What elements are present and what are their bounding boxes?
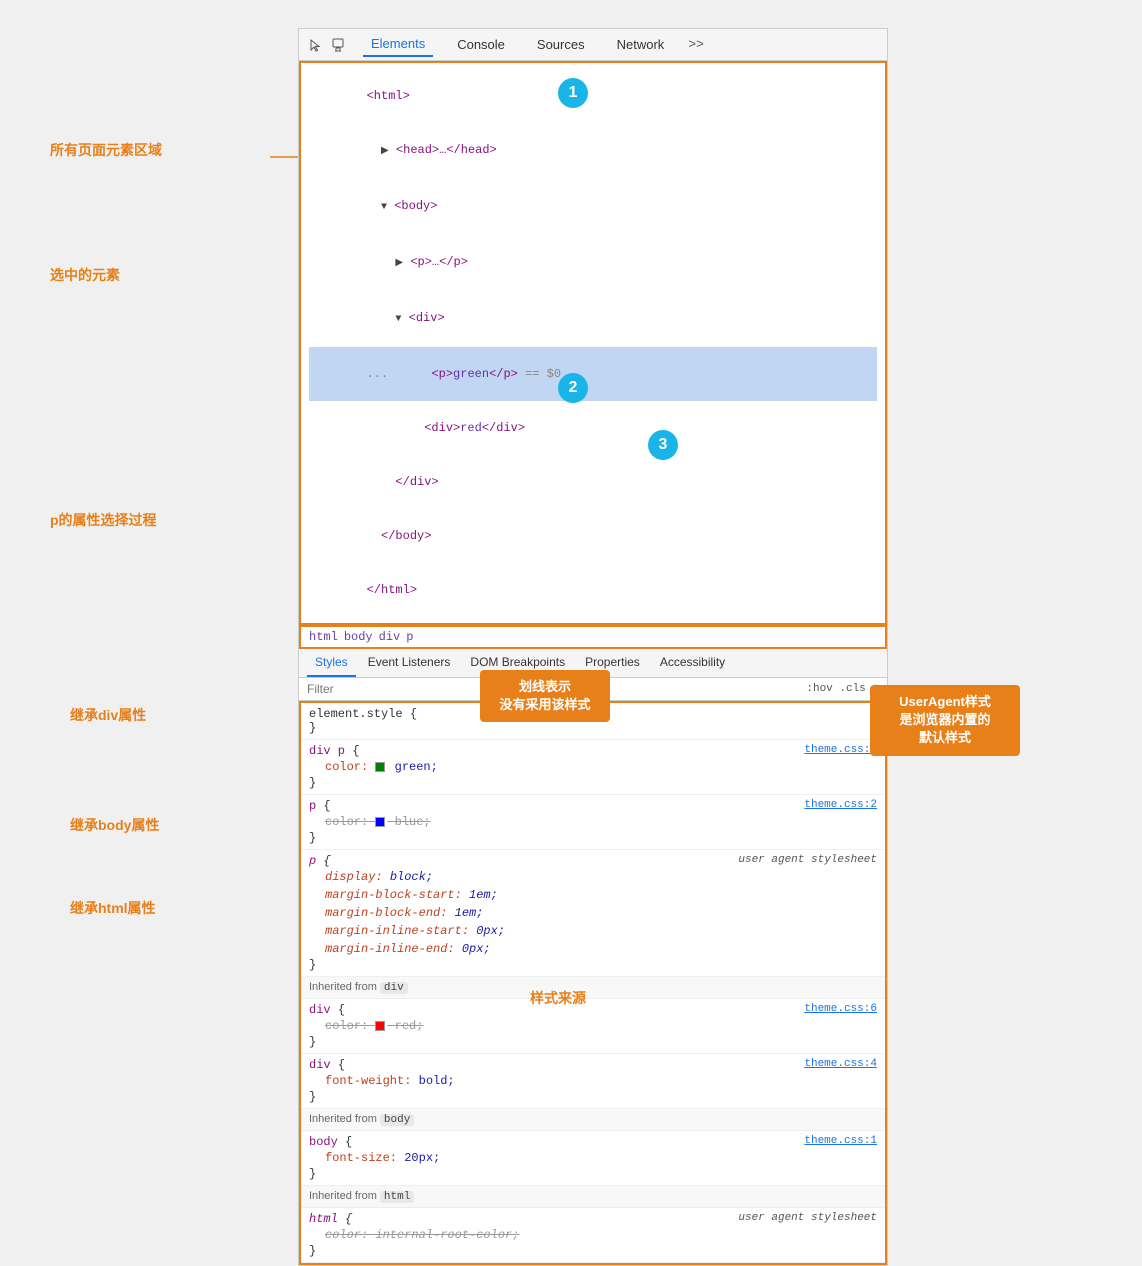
dom-line-p-green[interactable]: ... <p>green</p> == $0 <box>309 347 877 401</box>
css-selector-p-blue: p { <box>309 799 877 813</box>
source-theme1[interactable]: theme.css:1 <box>804 1135 877 1147</box>
annotation-all-elements: 所有页面元素区域 <box>50 140 162 160</box>
css-selector-div-p: div p { <box>309 744 877 758</box>
css-closing-html-ua: } <box>309 1244 877 1258</box>
css-closing-div-p: } <box>309 776 877 790</box>
css-rule-div-red: theme.css:6 div { color: red; } <box>301 999 885 1054</box>
css-prop-margin-inline-start: margin-inline-start: 0px; <box>309 922 877 940</box>
css-prop-color-green: color: green; <box>309 758 877 776</box>
source-user-agent-2: user agent stylesheet <box>738 1212 877 1224</box>
css-rule-p-blue: theme.css:2 p { color: blue; } <box>301 795 885 850</box>
css-prop-margin-block-end: margin-block-end: 1em; <box>309 904 877 922</box>
css-closing-div-red: } <box>309 1035 877 1049</box>
tab-sources[interactable]: Sources <box>529 33 593 56</box>
css-prop-font-weight: font-weight: bold; <box>309 1072 877 1090</box>
device-icon[interactable] <box>329 36 347 54</box>
css-selector-div-red: div { <box>309 1003 877 1017</box>
color-swatch-red <box>375 1021 385 1031</box>
badge-2: 2 <box>558 373 588 403</box>
css-prop-font-size: font-size: 20px; <box>309 1149 877 1167</box>
annotation-inherit-body: 继承body属性 <box>70 815 159 835</box>
css-rule-div-p: theme.css:5 div p { color: green; } <box>301 740 885 795</box>
inherited-tag-html: html <box>380 1191 414 1203</box>
devtools-panel: Elements Console Sources Network >> <htm… <box>298 28 888 1266</box>
more-tabs[interactable]: >> <box>688 37 704 52</box>
dom-line-div[interactable]: ▼ <div> <box>309 291 877 347</box>
tab-accessibility[interactable]: Accessibility <box>652 649 733 677</box>
breadcrumb-html[interactable]: html <box>309 630 338 644</box>
dom-line-close-html[interactable]: </html> <box>309 563 877 617</box>
filter-options: :hov .cls + <box>806 683 879 695</box>
devtools-toolbar: Elements Console Sources Network >> <box>299 29 887 61</box>
css-prop-margin-block-start: margin-block-start: 1em; <box>309 886 877 904</box>
css-rule-html-ua: user agent stylesheet html { color: inte… <box>301 1208 885 1263</box>
annotation-inherit-html: 继承html属性 <box>70 898 156 918</box>
inherited-from-div: Inherited from div <box>301 977 885 999</box>
user-agent-explanation-box: UserAgent样式 是浏览器内置的 默认样式 <box>870 685 1020 756</box>
css-closing-p-blue: } <box>309 831 877 845</box>
inherited-from-body: Inherited from body <box>301 1109 885 1131</box>
breadcrumb-div[interactable]: div <box>379 630 401 644</box>
css-prop-color-root: color: internal-root-color; <box>309 1226 877 1244</box>
annotation-inherit-div: 继承div属性 <box>70 705 146 725</box>
source-theme4[interactable]: theme.css:4 <box>804 1058 877 1070</box>
css-rule-div-bold: theme.css:4 div { font-weight: bold; } <box>301 1054 885 1109</box>
css-selector-body: body { <box>309 1135 877 1149</box>
tab-styles[interactable]: Styles <box>307 649 356 677</box>
tab-event-listeners[interactable]: Event Listeners <box>360 649 459 677</box>
css-closing-element-style: } <box>309 721 877 735</box>
color-swatch-blue <box>375 817 385 827</box>
cursor-icon[interactable] <box>307 36 325 54</box>
css-prop-margin-inline-end: margin-inline-end: 0px; <box>309 940 877 958</box>
inherited-tag-body: body <box>380 1114 414 1126</box>
inherited-from-html: Inherited from html <box>301 1186 885 1208</box>
css-selector-div-bold: div { <box>309 1058 877 1072</box>
toolbar-icons <box>307 36 347 54</box>
color-swatch-green <box>375 762 385 772</box>
css-closing-body: } <box>309 1167 877 1181</box>
badge-1: 1 <box>558 78 588 108</box>
tab-elements[interactable]: Elements <box>363 32 433 57</box>
css-closing-p-ua: } <box>309 958 877 972</box>
css-prop-color-red: color: red; <box>309 1017 877 1035</box>
breadcrumb-p[interactable]: p <box>406 630 413 644</box>
dom-line-html[interactable]: <html> <box>309 69 877 123</box>
breadcrumb-bar: html body div p <box>299 625 887 649</box>
annotation-selected-element: 选中的元素 <box>50 265 120 285</box>
badge-3: 3 <box>648 430 678 460</box>
strikethrough-explanation-box: 划线表示 没有采用该样式 <box>480 670 610 722</box>
source-theme2[interactable]: theme.css:2 <box>804 799 877 811</box>
source-theme6[interactable]: theme.css:6 <box>804 1003 877 1015</box>
source-theme5[interactable]: theme.css:5 <box>804 744 877 756</box>
dom-line-head[interactable]: ▶ <head>…</head> <box>309 123 877 179</box>
dom-line-close-div[interactable]: </div> <box>309 455 877 509</box>
dom-line-body[interactable]: ▼ <body> <box>309 179 877 235</box>
inherited-tag-div: div <box>380 982 408 994</box>
annotation-property-selection: p的属性选择过程 <box>50 510 157 530</box>
dom-line-div-red[interactable]: <div>red</div> <box>309 401 877 455</box>
tab-network[interactable]: Network <box>609 33 673 56</box>
dom-tree: <html> ▶ <head>…</head> ▼ <body> ▶ <p>…<… <box>299 61 887 625</box>
css-closing-div-bold: } <box>309 1090 877 1104</box>
source-user-agent-1: user agent stylesheet <box>738 854 877 866</box>
annotation-style-source: 样式来源 <box>530 988 586 1008</box>
breadcrumb-body[interactable]: body <box>344 630 373 644</box>
main-container: Elements Console Sources Network >> <htm… <box>0 0 1142 1043</box>
dom-line-p[interactable]: ▶ <p>…</p> <box>309 235 877 291</box>
dom-line-close-body[interactable]: </body> <box>309 509 877 563</box>
css-rule-body-fontsize: theme.css:1 body { font-size: 20px; } <box>301 1131 885 1186</box>
css-rules: element.style { } theme.css:5 div p { co… <box>299 701 887 1265</box>
css-rule-p-user-agent: user agent stylesheet p { display: block… <box>301 850 885 977</box>
css-prop-color-blue: color: blue; <box>309 813 877 831</box>
tab-console[interactable]: Console <box>449 33 513 56</box>
css-prop-display: display: block; <box>309 868 877 886</box>
